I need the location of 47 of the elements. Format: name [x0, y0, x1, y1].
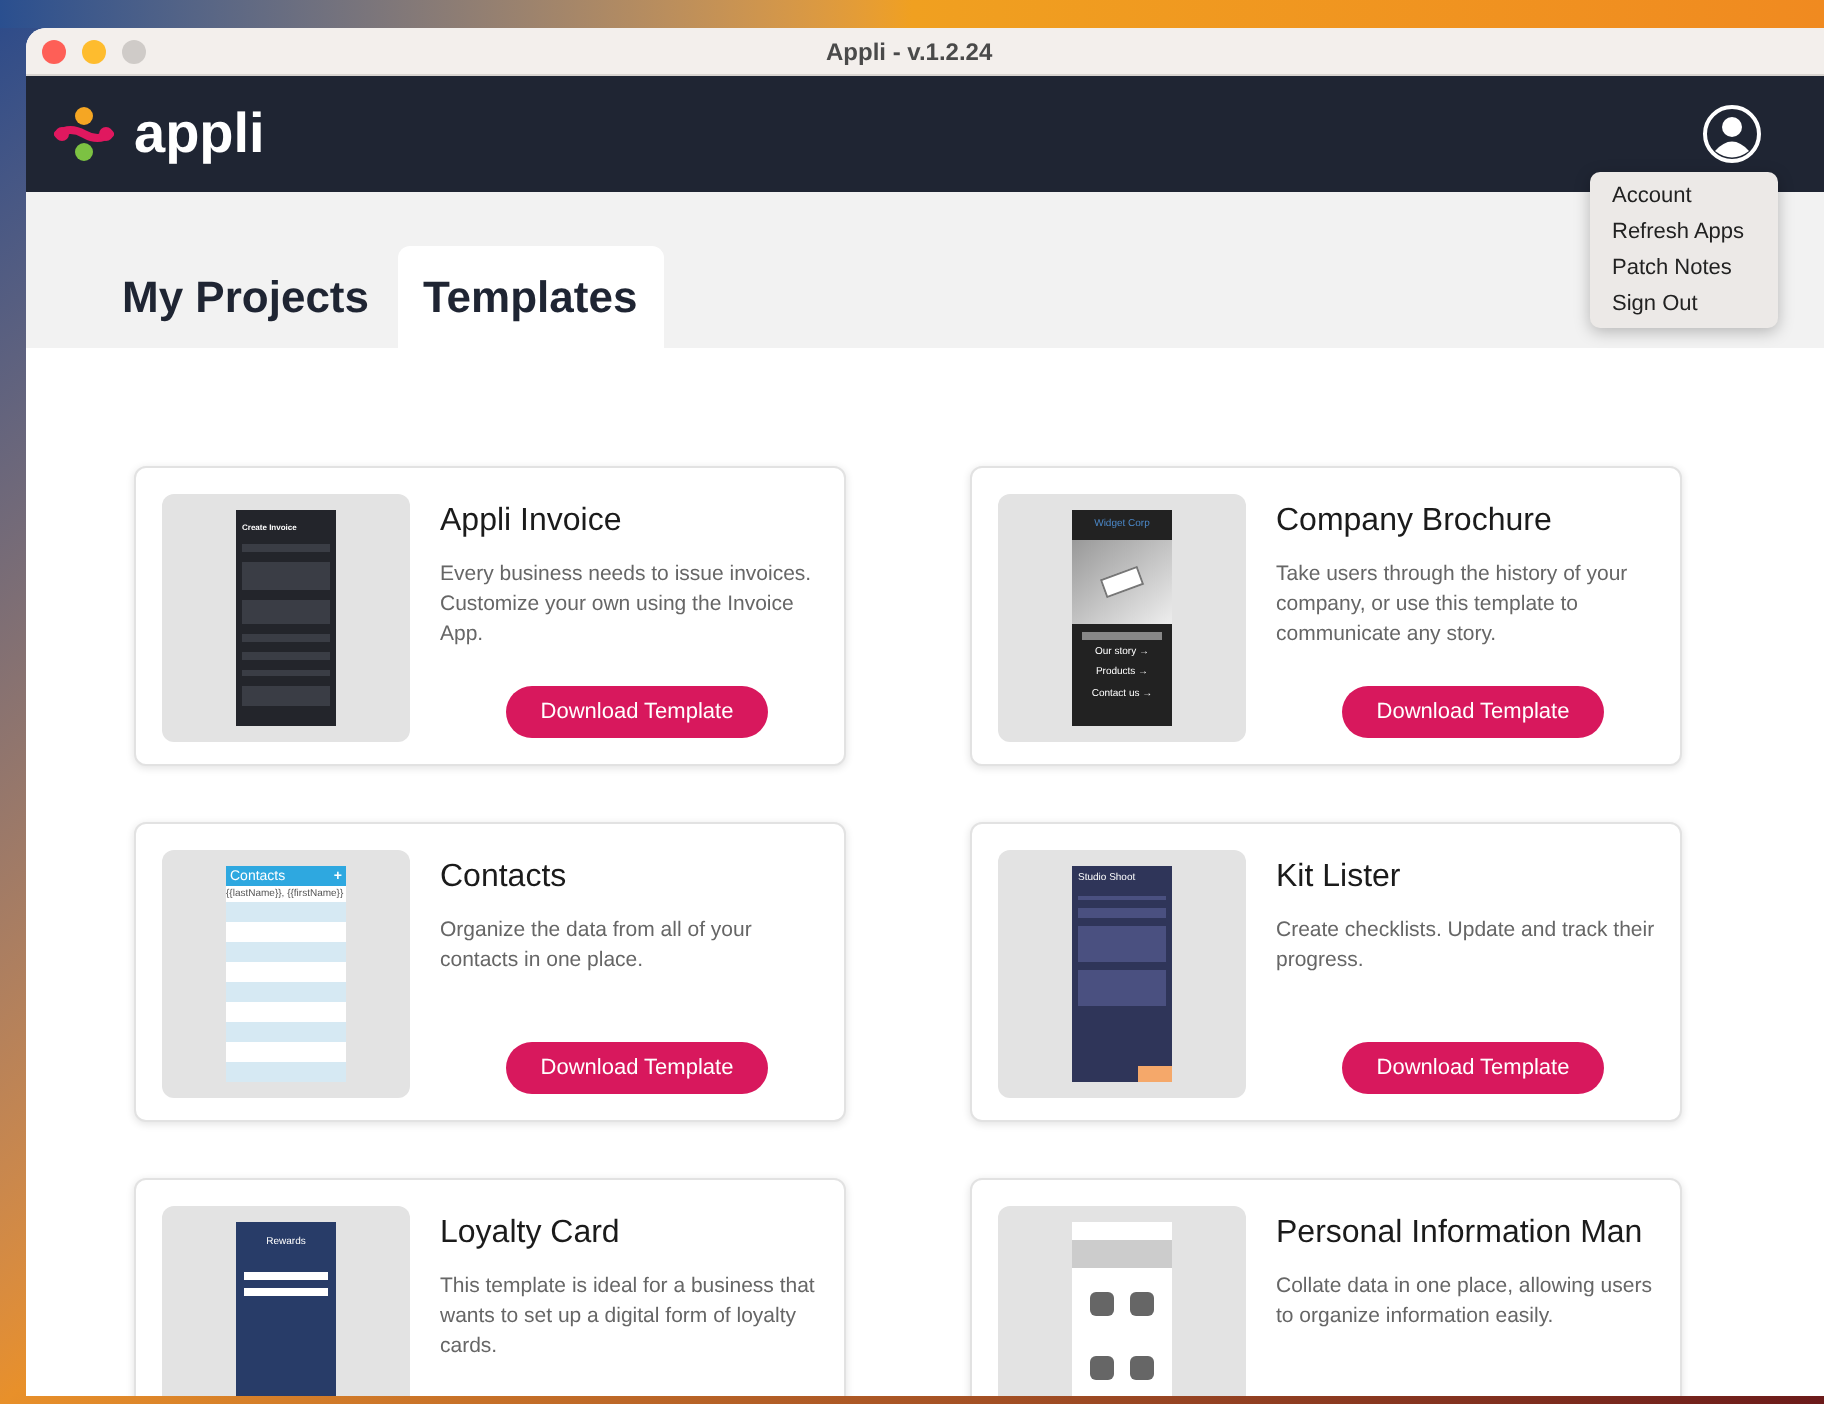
download-button[interactable]: Download Template [506, 686, 768, 738]
menu-item[interactable]: Refresh Apps [1590, 214, 1778, 250]
download-button[interactable]: Download Template [1342, 686, 1604, 738]
download-button[interactable]: Download Template [506, 1042, 768, 1094]
card-title: Kit Lister [1276, 858, 1401, 898]
preview-header [1072, 1240, 1172, 1268]
card-description: Create checklists. Update and track their progress. [1276, 916, 1656, 976]
preview-field [242, 600, 330, 624]
tab[interactable]: Templates [397, 246, 664, 348]
list-row [226, 902, 346, 922]
minimize-window-button[interactable] [82, 39, 106, 63]
app-icon [1090, 1292, 1114, 1316]
preview-field [242, 562, 330, 590]
card-description: This template is ideal for a business that wants to set up a digital form of loyalty cards. [440, 1272, 817, 1362]
menu-item[interactable]: Sign Out [1590, 286, 1778, 322]
card-title: Personal Information Man [1276, 1214, 1643, 1254]
preview-field [1078, 925, 1166, 961]
menu-item[interactable]: Patch Notes [1590, 250, 1778, 286]
app-icon [1130, 1356, 1154, 1380]
preview-field [244, 1287, 328, 1295]
preview-field [242, 686, 330, 706]
card-title: Appli Invoice [440, 502, 622, 542]
preview-field [1078, 969, 1166, 1005]
list-row [226, 942, 346, 962]
account-icon[interactable] [1702, 104, 1762, 164]
logo-text: appli [134, 106, 265, 162]
list-row [226, 982, 346, 1002]
menu-item[interactable]: Account [1590, 178, 1778, 214]
zoom-window-button[interactable] [122, 39, 146, 63]
preview-field [1078, 907, 1166, 917]
tab[interactable]: My Projects [98, 246, 393, 348]
app-icon [1090, 1356, 1114, 1380]
list-row [226, 1062, 346, 1082]
card-description: Take users through the history of your company, or use this template to communicate any story. [1276, 560, 1630, 650]
card-title: Contacts [440, 858, 567, 898]
card-description: Collate data in one place, allowing users to organize information easily. [1276, 1272, 1654, 1332]
card-description: Organize the data from all of your contacts in one place. [440, 916, 754, 976]
close-window-button[interactable] [42, 39, 66, 63]
logo-icon [54, 104, 114, 164]
download-button[interactable]: Download Template [1342, 1042, 1604, 1094]
app-icon [1130, 1292, 1154, 1316]
list-row [226, 1022, 346, 1042]
window-title: Appli - v.1.2.24 [826, 35, 993, 69]
card-description: Every business needs to issue invoices. Customize your own using the Invoice App. [440, 560, 814, 650]
preview-field [244, 1271, 328, 1279]
card-title: Company Brochure [1276, 502, 1552, 542]
card-title: Loyalty Card [440, 1214, 620, 1254]
